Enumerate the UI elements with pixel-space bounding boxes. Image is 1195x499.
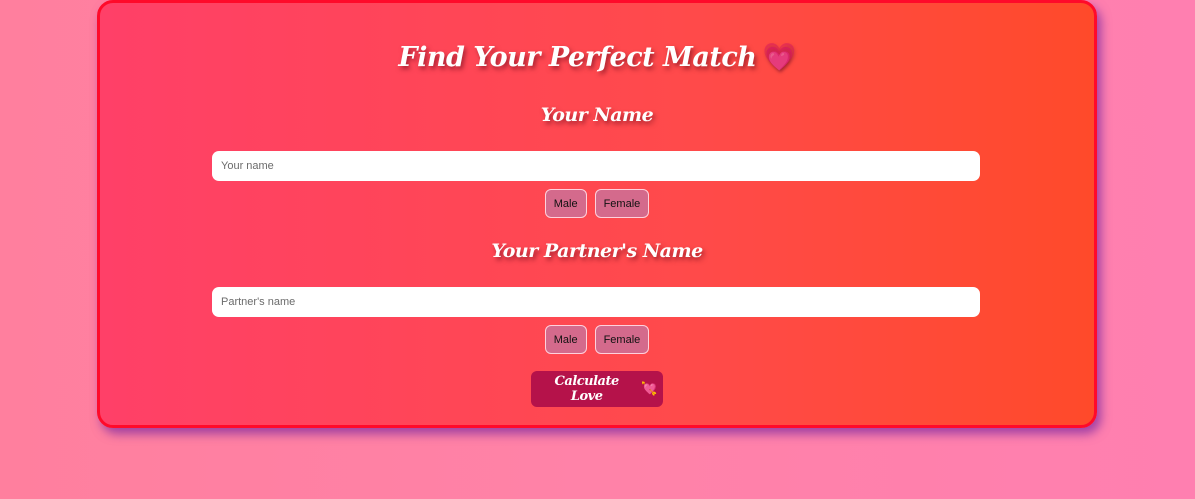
partner-name-heading: Your Partner's Name — [491, 240, 703, 262]
calculate-love-button[interactable]: Calculate Love 💘 — [531, 371, 663, 407]
your-male-button[interactable]: Male — [544, 189, 587, 218]
your-female-button[interactable]: Female — [594, 189, 650, 218]
heart-arrow-icon: 💘 — [641, 381, 657, 397]
page-title: Find Your Perfect Match 💗 — [100, 41, 1094, 73]
partner-gender-selector: Male Female — [100, 325, 1094, 354]
love-calculator-card: Find Your Perfect Match💗 Your Name Male … — [97, 0, 1097, 428]
your-name-input[interactable] — [212, 151, 980, 181]
calculate-love-label: Calculate Love — [554, 374, 620, 404]
partner-male-button[interactable]: Male — [544, 325, 587, 354]
your-gender-selector: Male Female — [100, 189, 1094, 218]
page-title-text: Find Your Perfect Match — [398, 42, 757, 73]
your-name-heading: Your Name — [540, 104, 654, 126]
partner-female-button[interactable]: Female — [594, 325, 650, 354]
partner-name-input[interactable] — [212, 287, 980, 317]
heart-icon: 💗 — [762, 42, 796, 73]
